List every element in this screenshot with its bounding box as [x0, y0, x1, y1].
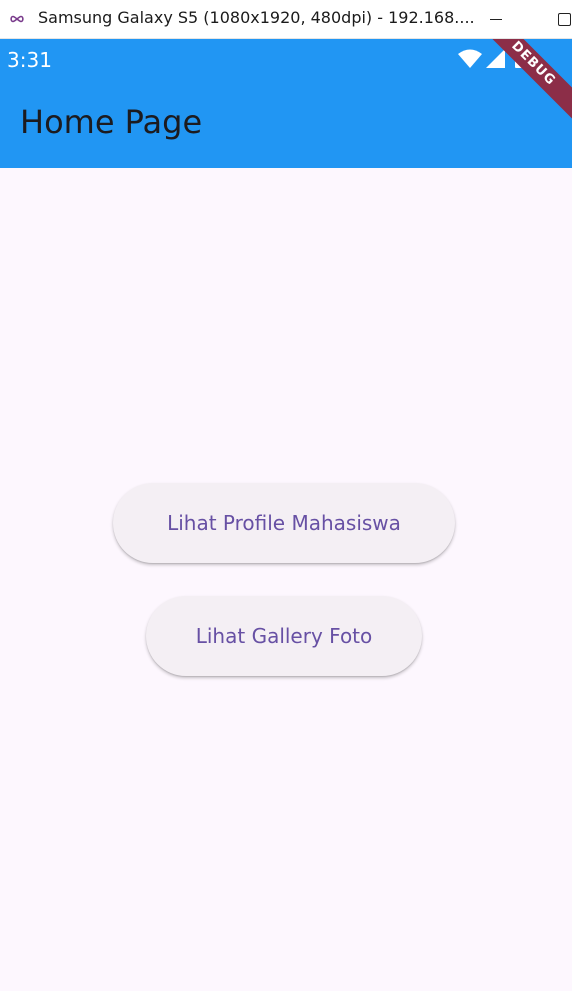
page-title: Home Page	[20, 103, 203, 141]
device-screen: 3:31 DEBUG Home Page Lihat Profile Mahas…	[0, 39, 572, 991]
maximize-button[interactable]	[544, 0, 572, 39]
window-titlebar: Samsung Galaxy S5 (1080x1920, 480dpi) - …	[0, 0, 572, 39]
wifi-icon	[458, 49, 482, 68]
signal-icon	[486, 49, 505, 68]
app-bar: 3:31 DEBUG Home Page	[0, 39, 572, 168]
infinity-icon	[10, 15, 24, 23]
view-gallery-button[interactable]: Lihat Gallery Foto	[146, 596, 422, 676]
minimize-button[interactable]	[476, 0, 516, 39]
minimize-icon	[490, 19, 502, 20]
view-profile-button[interactable]: Lihat Profile Mahasiswa	[113, 483, 455, 563]
status-time: 3:31	[7, 48, 52, 72]
maximize-icon	[557, 13, 571, 26]
window-title: Samsung Galaxy S5 (1080x1920, 480dpi) - …	[38, 8, 475, 27]
